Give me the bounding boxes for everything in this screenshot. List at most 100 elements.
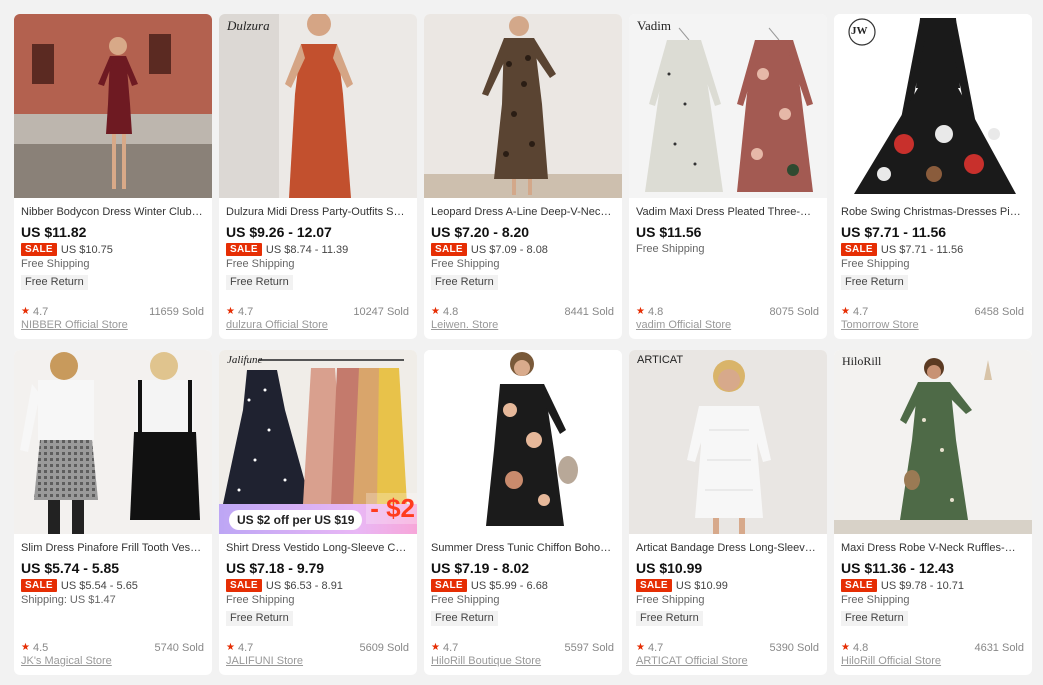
rating-value: 4.8 <box>647 306 664 318</box>
sold-count: 11659 Sold <box>149 306 204 318</box>
sale-line: SALE US $6.53 - 8.91 <box>226 578 409 593</box>
product-card[interactable]: ARTICAT Articat Bandage Dress Long-Sleev… <box>629 350 827 675</box>
product-meta: ★ 4.7 5597 Sold <box>431 641 614 655</box>
product-price: US $11.82 <box>21 224 87 240</box>
star-icon: ★ <box>431 642 440 653</box>
product-title[interactable]: Shirt Dress Vestido Long-Sleeve Chiffon … <box>226 540 409 556</box>
product-card[interactable]: HiloRill Maxi Dress Robe V-Neck Ruffles-… <box>834 350 1032 675</box>
sale-price: US $5.54 - 5.65 <box>60 579 138 592</box>
store-link[interactable]: Tomorrow Store <box>841 319 919 331</box>
product-price: US $9.26 - 12.07 <box>226 224 332 240</box>
store-link[interactable]: JK's Magical Store <box>21 655 112 667</box>
brand-logo: ARTICAT <box>637 354 684 366</box>
star-icon: ★ <box>21 306 30 317</box>
free-return-badge: Free Return <box>226 611 293 626</box>
star-icon: ★ <box>636 306 645 317</box>
free-return-badge: Free Return <box>431 275 498 290</box>
product-photo <box>629 350 827 534</box>
sale-price: US $5.99 - 6.68 <box>470 579 548 592</box>
free-return-badge: Free Return <box>226 275 293 290</box>
rating: ★ 4.7 <box>841 305 868 319</box>
store-link[interactable]: ARTICAT Official Store <box>636 655 748 667</box>
product-photo <box>219 14 417 198</box>
sold-count: 8441 Sold <box>564 306 614 318</box>
product-image[interactable]: Jalifune US $2 off per US $19 - $2 <box>219 350 417 534</box>
sold-count: 10247 Sold <box>353 306 409 318</box>
sale-line: SALE US $5.99 - 6.68 <box>431 578 614 593</box>
rating: ★ 4.7 <box>226 305 253 319</box>
product-price: US $10.99 <box>636 560 703 576</box>
product-meta: ★ 4.7 10247 Sold <box>226 305 409 319</box>
product-photo <box>834 350 1032 534</box>
product-title[interactable]: Dulzura Midi Dress Party-Outfits Satin B… <box>226 204 409 220</box>
promo-banner: US $2 off per US $19 - $2 <box>219 493 417 534</box>
product-title[interactable]: Summer Dress Tunic Chiffon Boho Floral P… <box>431 540 614 556</box>
shipping-info: Free Shipping <box>431 594 500 606</box>
free-return-badge: Free Return <box>21 275 88 290</box>
rating-value: 4.7 <box>32 306 49 318</box>
sale-price: US $6.53 - 8.91 <box>265 579 343 592</box>
rating: ★ 4.5 <box>21 641 48 655</box>
store-link[interactable]: Leiwen. Store <box>431 319 498 331</box>
product-image[interactable]: JW <box>834 14 1032 198</box>
product-card[interactable]: Nibber Bodycon Dress Winter Club Party U… <box>14 14 212 339</box>
product-price: US $7.18 - 9.79 <box>226 560 325 576</box>
brand-logo: Dulzura <box>227 18 270 33</box>
product-image[interactable] <box>424 14 622 198</box>
product-price: US $7.19 - 8.02 <box>431 560 530 576</box>
rating: ★ 4.8 <box>636 305 663 319</box>
promo-amount: - $2 <box>366 493 417 524</box>
product-title[interactable]: Vadim Maxi Dress Pleated Three-Quarter S… <box>636 204 819 220</box>
rating-value: 4.7 <box>852 306 869 318</box>
product-card[interactable]: JW Robe Swing Christmas-Dresses Pin Up V… <box>834 14 1032 339</box>
product-card[interactable]: Summer Dress Tunic Chiffon Boho Floral P… <box>424 350 622 675</box>
rating: ★ 4.7 <box>636 641 663 655</box>
rating-value: 4.8 <box>442 306 459 318</box>
store-link[interactable]: vadim Official Store <box>636 319 731 331</box>
sold-count: 5390 Sold <box>769 642 819 654</box>
product-title[interactable]: Articat Bandage Dress Long-Sleeve Off-Sh… <box>636 540 819 556</box>
star-icon: ★ <box>226 642 235 653</box>
product-title[interactable]: Robe Swing Christmas-Dresses Pin Up Vint… <box>841 204 1024 220</box>
product-card[interactable]: Vadim Vadim Maxi Dress Pleated Three-Qua… <box>629 14 827 339</box>
sale-badge: SALE <box>21 579 57 592</box>
product-title[interactable]: Nibber Bodycon Dress Winter Club Party <box>21 204 204 220</box>
rating-value: 4.7 <box>237 306 254 318</box>
product-image[interactable]: ARTICAT <box>629 350 827 534</box>
sale-price: US $10.99 <box>675 579 728 592</box>
sale-line: SALE US $7.71 - 11.56 <box>841 242 1024 257</box>
product-title[interactable]: Maxi Dress Robe V-Neck Ruffles-Wrap Flor… <box>841 540 1024 556</box>
sale-badge: SALE <box>431 579 467 592</box>
shipping-info: Free Shipping <box>841 258 910 270</box>
promo-pill: US $2 off per US $19 <box>229 510 363 530</box>
store-link[interactable]: JALIFUNI Store <box>226 655 303 667</box>
brand-logo: HiloRill <box>842 354 882 368</box>
product-card[interactable]: Leopard Dress A-Line Deep-V-Neck Casual … <box>424 14 622 339</box>
product-image[interactable]: HiloRill <box>834 350 1032 534</box>
product-title[interactable]: Slim Dress Pinafore Frill Tooth Vest Ski… <box>21 540 204 556</box>
product-price: US $7.71 - 11.56 <box>841 224 947 240</box>
sold-count: 5740 Sold <box>154 642 204 654</box>
product-image[interactable]: Dulzura <box>219 14 417 198</box>
store-link[interactable]: HiloRill Official Store <box>841 655 941 667</box>
product-image[interactable] <box>424 350 622 534</box>
store-link[interactable]: dulzura Official Store <box>226 319 328 331</box>
sold-count: 4631 Sold <box>974 642 1024 654</box>
product-image[interactable] <box>14 14 212 198</box>
free-return-badge: Free Return <box>841 611 908 626</box>
store-link[interactable]: HiloRill Boutique Store <box>431 655 541 667</box>
product-meta: ★ 4.8 4631 Sold <box>841 641 1024 655</box>
product-price: US $11.36 - 12.43 <box>841 560 954 576</box>
rating: ★ 4.7 <box>226 641 253 655</box>
product-image[interactable]: Vadim <box>629 14 827 198</box>
product-price: US $7.20 - 8.20 <box>431 224 530 240</box>
product-card[interactable]: Dulzura Dulzura Midi Dress Party-Outfits… <box>219 14 417 339</box>
store-link[interactable]: NIBBER Official Store <box>21 319 128 331</box>
product-card[interactable]: Slim Dress Pinafore Frill Tooth Vest Ski… <box>14 350 212 675</box>
rating: ★ 4.7 <box>21 305 48 319</box>
product-price: US $11.56 <box>636 224 702 240</box>
product-title[interactable]: Leopard Dress A-Line Deep-V-Neck Casual … <box>431 204 614 220</box>
sale-line: SALE US $7.09 - 8.08 <box>431 242 614 257</box>
product-card[interactable]: Jalifune US $2 off per US $19 - $2 Shirt… <box>219 350 417 675</box>
product-image[interactable] <box>14 350 212 534</box>
